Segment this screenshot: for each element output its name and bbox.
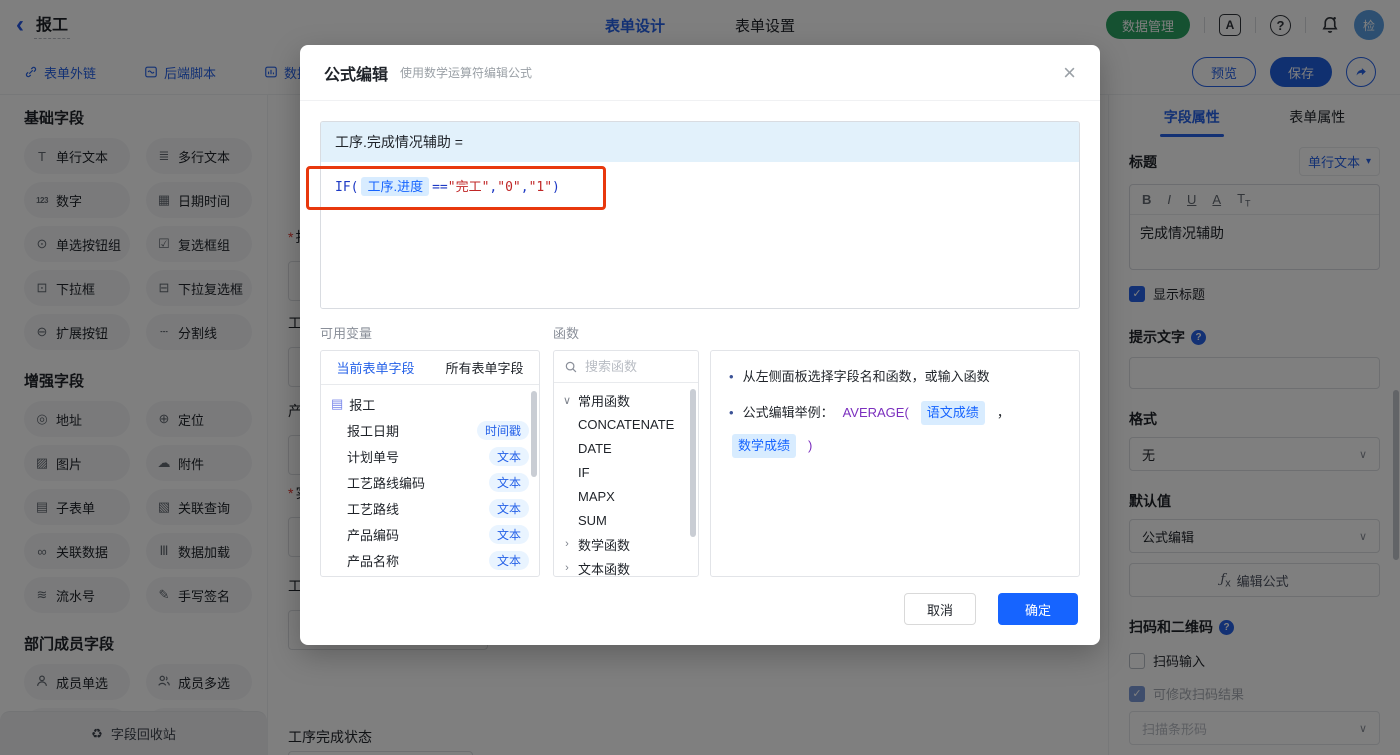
- function-search-input[interactable]: [585, 359, 677, 374]
- type-badge: 文本: [488, 446, 529, 466]
- example-close-paren: ): [808, 438, 813, 453]
- example-chip: 语文成绩: [920, 401, 985, 425]
- help-comma: ，: [996, 405, 1010, 420]
- type-badge: 文本: [488, 472, 529, 492]
- chevron-down-icon: ∨: [562, 394, 572, 407]
- variable-name: 产品编码: [347, 527, 400, 543]
- example-chip: 数学成绩: [732, 434, 797, 458]
- modal-footer: 取消 确定: [904, 593, 1078, 625]
- function-item[interactable]: CONCATENATE: [554, 412, 698, 436]
- variable-name: 工艺路线编码: [347, 475, 426, 491]
- help-text: 公式编辑举例：: [742, 405, 834, 420]
- type-badge: 文本: [488, 498, 529, 518]
- cancel-button[interactable]: 取消: [904, 593, 976, 625]
- tab-current-form-fields[interactable]: 当前表单字段: [321, 351, 430, 384]
- function-tree: ∨ 常用函数 CONCATENATE DATE IF MAPX SUM › 数学函数…: [554, 383, 698, 577]
- formula-input[interactable]: IF(工序.进度 =="完工","0","1"): [321, 162, 1079, 308]
- variable-field-row[interactable]: 产品名称 文本: [321, 547, 539, 573]
- formula-target: 工序.完成情况辅助 =: [321, 122, 1079, 162]
- app-window: ‹ 报工 表单设计 表单设置 数据管理 A ? 检 表单外链 后端脚本: [0, 0, 1400, 755]
- variables-list: ▤ 报工 报工日期 时间戳 计划单号 文本 工艺路线编码 文本 工艺路线 文本 产品编码…: [321, 385, 539, 576]
- formula-string: "0": [497, 180, 521, 195]
- variable-chip[interactable]: 工序.进度: [361, 177, 430, 196]
- function-item[interactable]: IF: [554, 460, 698, 484]
- formula-fn: IF(: [335, 180, 359, 195]
- group-label: 文本函数: [578, 561, 631, 577]
- help-text: 从左侧面板选择字段名和函数，或输入函数: [742, 369, 990, 384]
- function-group-common[interactable]: ∨ 常用函数: [554, 388, 698, 412]
- modal-title: 公式编辑: [324, 66, 389, 84]
- formula-box: 工序.完成情况辅助 = IF(工序.进度 =="完工","0","1"): [320, 121, 1080, 309]
- panel-labels: 可用变量 函数: [320, 323, 1080, 342]
- variable-name: 计划单号: [347, 449, 400, 465]
- formula-op: ==: [432, 180, 448, 195]
- variable-field-row[interactable]: 工艺路线编码 文本: [321, 469, 539, 495]
- close-icon[interactable]: ×: [1063, 61, 1076, 84]
- group-label: 常用函数: [578, 393, 631, 409]
- functions-scrollbar[interactable]: [690, 389, 696, 537]
- variable-root-label: 报工: [349, 397, 376, 413]
- formula-string: "1": [528, 180, 553, 195]
- help-panel: • 从左侧面板选择字段名和函数，或输入函数 • 公式编辑举例： AVERAGE(…: [710, 350, 1080, 577]
- variable-name: 报工日期: [347, 423, 400, 439]
- type-badge: 文本: [488, 550, 529, 570]
- panels-row: 当前表单字段 所有表单字段 ▤ 报工 报工日期 时间戳 计划单号 文本 工艺路线编码…: [320, 350, 1080, 577]
- formula-editor-modal: 公式编辑 使用数学运算符编辑公式 × 工序.完成情况辅助 = IF(工序.进度 =…: [300, 45, 1100, 645]
- type-badge: 文本: [488, 524, 529, 544]
- function-item[interactable]: MAPX: [554, 484, 698, 508]
- help-line-2: • 公式编辑举例： AVERAGE( 语文成绩 ， 数学成绩 ): [729, 401, 1061, 458]
- confirm-button[interactable]: 确定: [998, 593, 1078, 625]
- bullet-icon: •: [729, 369, 734, 384]
- variable-field-row[interactable]: 报工日期 时间戳: [321, 417, 539, 443]
- variables-tabs: 当前表单字段 所有表单字段: [321, 351, 539, 385]
- variable-root-row[interactable]: ▤ 报工: [321, 391, 539, 417]
- variables-panel: 当前表单字段 所有表单字段 ▤ 报工 报工日期 时间戳 计划单号 文本 工艺路线编码…: [320, 350, 540, 577]
- form-doc-icon: ▤: [331, 396, 344, 411]
- search-icon: [564, 360, 578, 374]
- formula-close-paren: ): [552, 180, 560, 195]
- function-group-text[interactable]: › 文本函数: [554, 556, 698, 577]
- chevron-right-icon: ›: [565, 538, 569, 550]
- variable-name: 产品名称: [347, 553, 400, 569]
- help-line-1: • 从左侧面板选择字段名和函数，或输入函数: [729, 367, 1061, 387]
- variable-field-row[interactable]: 产品编码 文本: [321, 521, 539, 547]
- tab-all-form-fields[interactable]: 所有表单字段: [430, 351, 539, 384]
- variable-field-row[interactable]: 计划单号 文本: [321, 443, 539, 469]
- function-item[interactable]: DATE: [554, 436, 698, 460]
- type-badge: 时间戳: [476, 420, 529, 440]
- chevron-right-icon: ›: [565, 562, 569, 574]
- modal-subtitle: 使用数学运算符编辑公式: [400, 66, 533, 80]
- function-item[interactable]: SUM: [554, 508, 698, 532]
- group-label: 数学函数: [578, 537, 631, 553]
- formula-comma: ,: [520, 180, 529, 195]
- variables-label: 可用变量: [320, 326, 373, 341]
- variables-scrollbar[interactable]: [531, 391, 537, 477]
- functions-panel: ∨ 常用函数 CONCATENATE DATE IF MAPX SUM › 数学函数…: [553, 350, 699, 577]
- bullet-icon: •: [729, 405, 734, 420]
- variable-name: 工艺路线: [347, 501, 400, 517]
- formula-string: "完工": [447, 180, 490, 195]
- function-search: [554, 351, 698, 383]
- modal-header: 公式编辑 使用数学运算符编辑公式 ×: [300, 45, 1100, 101]
- function-group-math[interactable]: › 数学函数: [554, 532, 698, 556]
- functions-label: 函数: [553, 326, 580, 341]
- modal-body: 工序.完成情况辅助 = IF(工序.进度 =="完工","0","1") 可用变量…: [300, 101, 1100, 577]
- variable-field-row[interactable]: 工艺路线 文本: [321, 495, 539, 521]
- example-function: AVERAGE(: [842, 405, 909, 420]
